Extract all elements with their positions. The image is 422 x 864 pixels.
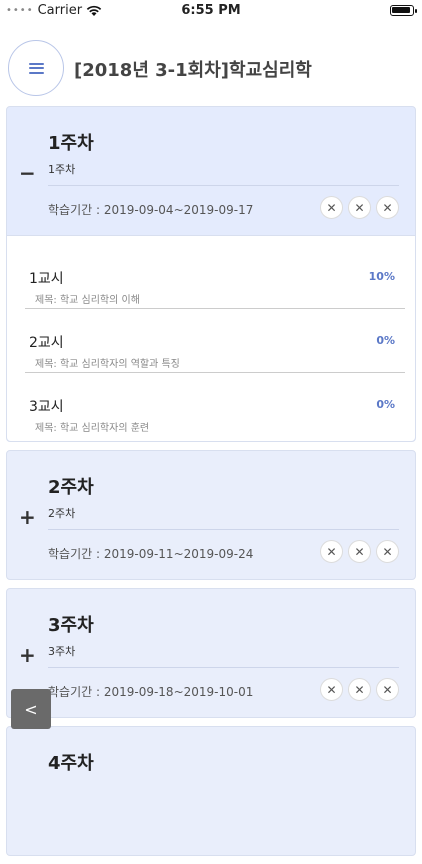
week-card-2[interactable]: + 2주차 2주차 학습기간 : 2019-09-11~2019-09-24 ✕… bbox=[6, 450, 416, 580]
lesson-progress: 0% bbox=[376, 334, 395, 347]
close-icon[interactable]: ✕ bbox=[320, 196, 343, 219]
expand-icon[interactable]: + bbox=[19, 507, 36, 527]
lesson-title: 3교시 bbox=[29, 399, 64, 415]
clock: 6:55 PM bbox=[181, 3, 241, 18]
week-card-3[interactable]: + 3주차 3주차 학습기간 : 2019-09-18~2019-10-01 ✕… bbox=[6, 588, 416, 718]
close-icon[interactable]: ✕ bbox=[348, 540, 371, 563]
week-subtitle: 2주차 bbox=[48, 507, 76, 520]
lesson-item[interactable]: 2교시 0% 제목: 학교 심리학자의 역할과 특징 bbox=[25, 322, 405, 386]
week-card-1[interactable]: − 1주차 1주차 학습기간 : 2019-09-04~2019-09-17 ✕… bbox=[6, 106, 416, 442]
week-card-4[interactable]: 4주차 bbox=[6, 726, 416, 856]
week-period: 학습기간 : 2019-09-11~2019-09-24 bbox=[48, 547, 254, 561]
back-button[interactable]: < bbox=[11, 689, 51, 729]
expand-icon[interactable]: + bbox=[19, 645, 36, 665]
week-subtitle: 1주차 bbox=[48, 163, 76, 176]
lesson-title: 1교시 bbox=[29, 271, 64, 287]
week-title: 1주차 bbox=[48, 133, 94, 154]
week-title: 2주차 bbox=[48, 477, 94, 498]
divider bbox=[25, 308, 405, 309]
divider bbox=[48, 185, 399, 186]
lesson-progress: 10% bbox=[368, 270, 395, 283]
battery-icon bbox=[390, 5, 417, 16]
divider bbox=[48, 529, 399, 530]
page-title: [2018년 3-1회차]학교심리학 bbox=[74, 60, 312, 81]
divider bbox=[48, 667, 399, 668]
lesson-item[interactable]: 1교시 10% 제목: 학교 심리학의 이해 bbox=[25, 258, 405, 322]
close-icon[interactable]: ✕ bbox=[376, 540, 399, 563]
collapse-icon[interactable]: − bbox=[19, 163, 36, 183]
close-icon[interactable]: ✕ bbox=[320, 540, 343, 563]
week-period: 학습기간 : 2019-09-04~2019-09-17 bbox=[48, 203, 254, 217]
lesson-item[interactable]: 3교시 0% 제목: 학교 심리학자의 훈련 bbox=[25, 386, 405, 441]
week-period: 학습기간 : 2019-09-18~2019-10-01 bbox=[48, 685, 254, 699]
header: [2018년 3-1회차]학교심리학 bbox=[0, 40, 422, 96]
close-icon[interactable]: ✕ bbox=[348, 678, 371, 701]
week-title: 3주차 bbox=[48, 615, 94, 636]
lesson-progress: 0% bbox=[376, 398, 395, 411]
lesson-title: 2교시 bbox=[29, 335, 64, 351]
lesson-subject: 제목: 학교 심리학자의 훈련 bbox=[35, 423, 150, 434]
week-title: 4주차 bbox=[48, 753, 94, 774]
menu-button[interactable] bbox=[8, 40, 64, 96]
week-list: − 1주차 1주차 학습기간 : 2019-09-04~2019-09-17 ✕… bbox=[6, 106, 416, 864]
close-icon[interactable]: ✕ bbox=[348, 196, 371, 219]
lesson-subject: 제목: 학교 심리학의 이해 bbox=[35, 295, 140, 306]
divider bbox=[25, 372, 405, 373]
close-icon[interactable]: ✕ bbox=[376, 196, 399, 219]
status-bar: •••• Carrier 6:55 PM bbox=[0, 0, 422, 22]
lesson-list: 1교시 10% 제목: 학교 심리학의 이해 2교시 0% 제목: 학교 심리학… bbox=[7, 235, 415, 441]
lesson-subject: 제목: 학교 심리학자의 역할과 특징 bbox=[35, 359, 180, 370]
close-icon[interactable]: ✕ bbox=[376, 678, 399, 701]
close-icon[interactable]: ✕ bbox=[320, 678, 343, 701]
hamburger-icon bbox=[28, 62, 44, 74]
week-subtitle: 3주차 bbox=[48, 645, 76, 658]
